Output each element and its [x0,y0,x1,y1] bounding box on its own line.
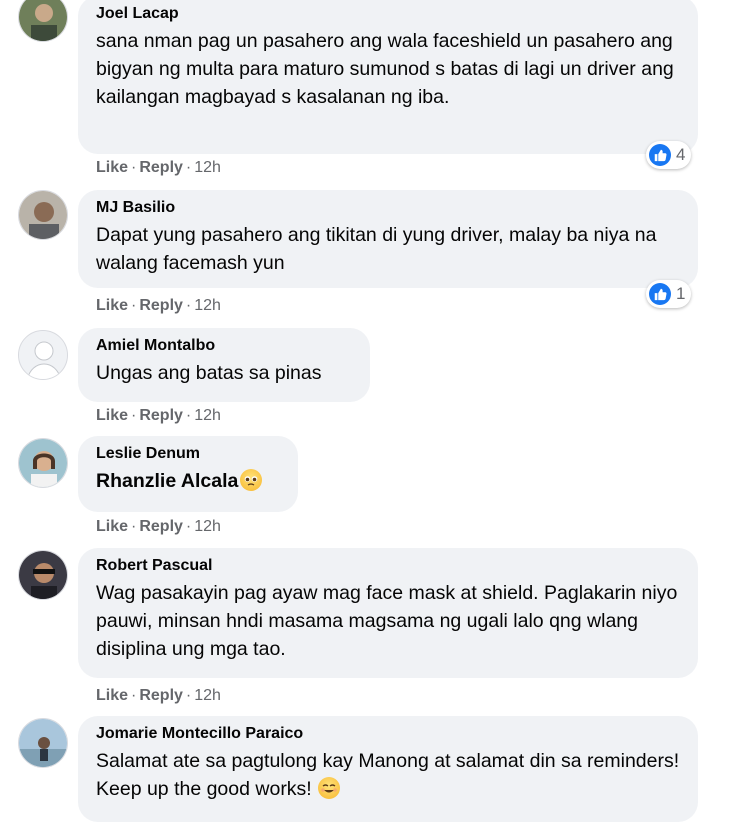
comment-text: Ungas ang batas sa pinas [96,362,322,384]
comment-actions: Like · Reply · 12h [96,406,221,426]
comment-actions: Like · Reply · 12h [96,686,221,706]
reply-link[interactable]: Reply [139,518,183,535]
like-link[interactable]: Like [96,407,128,424]
timestamp[interactable]: 12h [194,407,221,424]
reaction-badge[interactable]: 4 [646,141,692,169]
reaction-count: 4 [676,145,686,164]
timestamp[interactable]: 12h [194,518,221,535]
comment-bubble: MJ Basilio Dapat yung pasahero ang tikit… [78,190,698,288]
reaction-count: 1 [676,284,686,303]
comment-text: Dapat yung pasahero ang tikitan di yung … [96,224,657,274]
comment-author[interactable]: Leslie Denum [96,444,280,464]
comment-author[interactable]: Jomarie Montecillo Paraico [96,724,680,744]
separator: · [131,687,137,704]
smiling-face-emoji-icon [317,777,340,799]
reaction-badge[interactable]: 1 [646,280,692,308]
avatar[interactable] [18,438,68,488]
comment-text: sana nman pag un pasahero ang wala faces… [96,30,674,108]
comment-text-content: Salamat ate sa pagtulong kay Manong at s… [96,750,680,800]
like-link[interactable]: Like [96,687,128,704]
timestamp[interactable]: 12h [194,159,221,176]
comment-actions: Like · Reply · 12h [96,158,221,178]
like-link[interactable]: Like [96,518,128,535]
like-reaction-icon [649,283,671,305]
timestamp[interactable]: 12h [194,687,221,704]
comment-bubble: Amiel Montalbo Ungas ang batas sa pinas [78,328,370,402]
comment-text: Rhanzlie Alcala [96,467,280,495]
reply-link[interactable]: Reply [139,407,183,424]
avatar[interactable] [18,718,68,768]
reply-link[interactable]: Reply [139,159,183,176]
avatar[interactable] [18,550,68,600]
comment-bubble: Joel Lacap sana nman pag un pasahero ang… [78,0,698,154]
timestamp[interactable]: 12h [194,297,221,314]
like-link[interactable]: Like [96,159,128,176]
separator: · [131,407,137,424]
reply-link[interactable]: Reply [139,687,183,704]
comment-author[interactable]: Joel Lacap [96,4,680,24]
comment-author[interactable]: MJ Basilio [96,198,680,218]
default-avatar-icon[interactable] [18,330,68,380]
avatar[interactable] [18,190,68,240]
mention-link[interactable]: Rhanzlie Alcala [96,470,238,492]
comment-author[interactable]: Amiel Montalbo [96,336,352,356]
comment-author[interactable]: Robert Pascual [96,556,680,576]
separator: · [185,518,192,535]
comment-actions: Like · Reply · 12h [96,517,221,537]
separator: · [185,297,192,314]
pleading-face-emoji-icon [240,469,263,491]
separator: · [185,687,192,704]
like-link[interactable]: Like [96,297,128,314]
like-reaction-icon [649,144,671,166]
comment-text: Wag pasakayin pag ayaw mag face mask at … [96,582,678,660]
comment-actions: Like · Reply · 12h [96,296,221,316]
separator: · [131,297,137,314]
avatar[interactable] [18,0,68,42]
separator: · [185,159,192,176]
reply-link[interactable]: Reply [139,297,183,314]
comment-text: Salamat ate sa pagtulong kay Manong at s… [96,747,680,803]
comment-bubble: Jomarie Montecillo Paraico Salamat ate s… [78,716,698,822]
separator: · [131,518,137,535]
separator: · [185,407,192,424]
comment-bubble: Leslie Denum Rhanzlie Alcala [78,436,298,512]
separator: · [131,159,137,176]
comment-bubble: Robert Pascual Wag pasakayin pag ayaw ma… [78,548,698,678]
